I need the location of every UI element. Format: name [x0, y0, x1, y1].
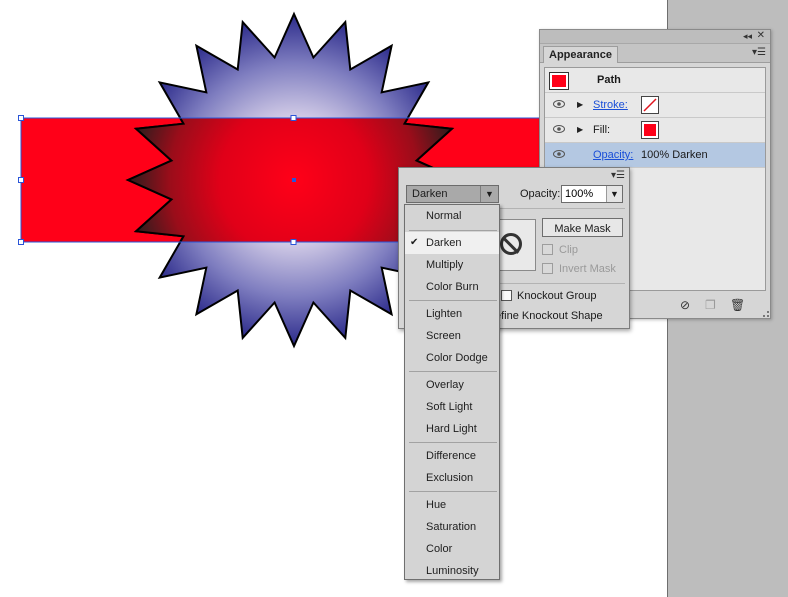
handle-bottom-center[interactable] — [290, 239, 297, 245]
blend-item-label: Color Dodge — [426, 352, 488, 364]
invert-mask-checkbox[interactable] — [542, 263, 553, 274]
handle-middle-left[interactable] — [18, 177, 24, 183]
define-knockout-shape-label: efine Knockout Shape — [495, 310, 603, 322]
header-label: Path — [597, 74, 621, 86]
panel-tabbar: Appearance ▾☰ — [540, 44, 770, 63]
appearance-row-fill[interactable]: ▶ Fill: — [545, 118, 765, 143]
clear-appearance-icon[interactable]: ⊘ — [680, 298, 690, 312]
handle-top-left[interactable] — [18, 115, 24, 121]
blend-item-hue[interactable]: Hue — [405, 494, 499, 516]
panel-menu-icon[interactable]: ▾☰ — [611, 170, 625, 181]
blend-item-label: Hue — [426, 499, 447, 511]
invert-mask-label: Invert Mask — [559, 263, 616, 275]
menu-divider — [409, 230, 497, 231]
blend-item-label: Darken — [426, 237, 462, 249]
blend-item-color[interactable]: Color — [405, 538, 499, 560]
menu-divider — [409, 300, 497, 301]
blend-item-label: Multiply — [426, 259, 464, 271]
blend-item-label: Lighten — [426, 308, 463, 320]
knockout-group-checkbox[interactable] — [501, 290, 512, 301]
chevron-down-icon[interactable]: ▼ — [606, 186, 622, 202]
handle-top-center[interactable] — [290, 115, 297, 121]
blend-item-label: Color Burn — [426, 281, 479, 293]
appearance-row-opacity[interactable]: Opacity: 100% Darken — [545, 143, 765, 168]
stroke-none-swatch[interactable] — [641, 96, 659, 114]
blend-item-color-burn[interactable]: Color Burn — [405, 276, 499, 298]
close-icon[interactable]: ✕ — [757, 30, 765, 41]
blend-item-label: Luminosity — [426, 565, 479, 577]
menu-divider — [409, 491, 497, 492]
blend-item-luminosity[interactable]: Luminosity — [405, 560, 499, 582]
no-mask-icon — [500, 233, 522, 255]
disclosure-triangle-icon[interactable]: ▶ — [577, 125, 583, 134]
blend-item-difference[interactable]: Difference — [405, 445, 499, 467]
opacity-field-label: Opacity: — [520, 188, 561, 200]
delete-icon[interactable]: 🗑 — [730, 298, 745, 312]
opacity-input[interactable] — [562, 186, 606, 202]
duplicate-item-icon[interactable]: ❐ — [705, 298, 716, 312]
appearance-header-row[interactable]: Path — [545, 68, 765, 93]
make-mask-button[interactable]: Make Mask — [542, 218, 623, 237]
blend-item-color-dodge[interactable]: Color Dodge — [405, 347, 499, 369]
panel-titlebar[interactable]: ◂◂ ✕ — [540, 30, 770, 44]
double-chevron-left-icon[interactable]: ◂◂ — [743, 31, 752, 42]
eye-icon[interactable] — [553, 124, 565, 134]
blend-mode-menu[interactable]: Normal ✔ Darken Multiply Color Burn Light… — [404, 204, 500, 580]
appearance-row-stroke[interactable]: ▶ Stroke: — [545, 93, 765, 118]
blend-mode-value: Darken — [412, 188, 448, 200]
blend-mode-select[interactable]: Darken ▼ — [406, 185, 499, 203]
menu-divider — [409, 371, 497, 372]
path-thumbnail — [549, 72, 569, 90]
blend-item-darken[interactable]: ✔ Darken — [405, 232, 499, 254]
checkmark-icon: ✔ — [410, 237, 419, 248]
opacity-label[interactable]: Opacity: — [593, 149, 633, 161]
opacity-field[interactable]: ▼ — [561, 185, 623, 203]
knockout-group-label: Knockout Group — [517, 290, 597, 302]
blend-item-label: Hard Light — [426, 423, 477, 435]
eye-icon[interactable] — [553, 149, 565, 159]
blend-item-label: Screen — [426, 330, 461, 342]
blend-item-label: Normal — [426, 210, 462, 222]
chevron-down-icon[interactable]: ▼ — [480, 186, 498, 202]
blend-item-label: Exclusion — [426, 472, 474, 484]
blend-item-label: Saturation — [426, 521, 477, 533]
blend-item-exclusion[interactable]: Exclusion — [405, 467, 499, 489]
menu-divider — [409, 442, 497, 443]
blend-item-soft-light[interactable]: Soft Light — [405, 396, 499, 418]
resize-grip[interactable] — [763, 311, 769, 317]
blend-item-lighten[interactable]: Lighten — [405, 303, 499, 325]
panel-menu-icon[interactable]: ▾☰ — [752, 47, 766, 58]
clip-checkbox[interactable] — [542, 244, 553, 255]
handle-bottom-left[interactable] — [18, 239, 24, 245]
blend-item-hard-light[interactable]: Hard Light — [405, 418, 499, 440]
blend-item-label: Color — [426, 543, 453, 555]
blend-item-label: Overlay — [426, 379, 464, 391]
eye-icon[interactable] — [553, 99, 565, 109]
fill-swatch[interactable] — [641, 121, 659, 139]
opacity-value: 100% Darken — [641, 149, 708, 161]
fill-label: Fill: — [593, 124, 611, 136]
stroke-label[interactable]: Stroke: — [593, 99, 628, 111]
blend-item-saturation[interactable]: Saturation — [405, 516, 499, 538]
center-point — [292, 178, 296, 182]
blend-item-normal[interactable]: Normal — [405, 205, 499, 227]
clip-label: Clip — [559, 244, 578, 256]
blend-item-screen[interactable]: Screen — [405, 325, 499, 347]
blend-item-overlay[interactable]: Overlay — [405, 374, 499, 396]
blend-item-label: Difference — [426, 450, 476, 462]
disclosure-triangle-icon[interactable]: ▶ — [577, 100, 583, 109]
tab-appearance[interactable]: Appearance — [543, 46, 618, 63]
blend-item-label: Soft Light — [426, 401, 473, 413]
blend-item-multiply[interactable]: Multiply — [405, 254, 499, 276]
